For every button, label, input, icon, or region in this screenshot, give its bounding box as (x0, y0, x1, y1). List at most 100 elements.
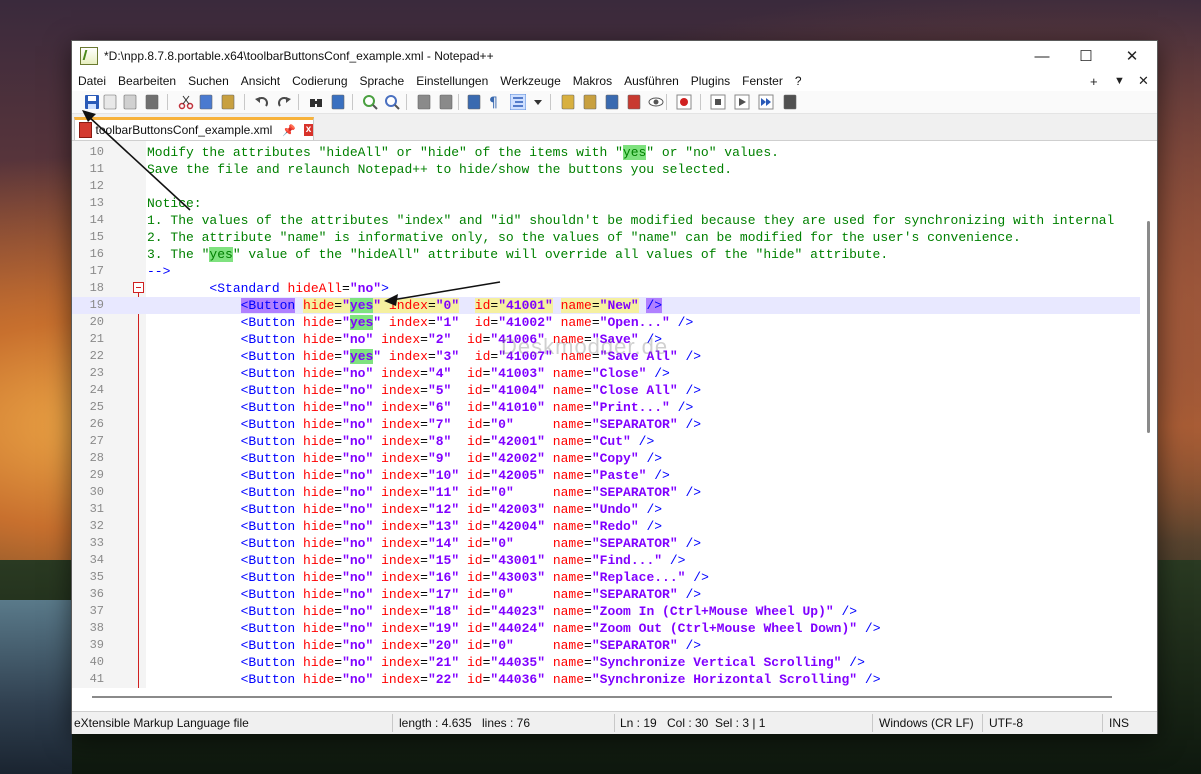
menu-help[interactable]: ? (789, 74, 808, 88)
tab-document[interactable]: toolbarButtonsConf_example.xml 📌 x (74, 117, 314, 140)
new-icon[interactable] (102, 94, 118, 110)
print-icon[interactable] (144, 94, 160, 110)
redo-icon[interactable] (276, 94, 292, 110)
code-token: "no" (342, 621, 374, 636)
code-line[interactable]: 13 Notice: (72, 195, 1140, 212)
udl-icon[interactable] (560, 94, 576, 110)
code-line[interactable]: 31 <Button hide="no" index="12" id="4200… (72, 501, 1140, 518)
code-line[interactable]: 38 <Button hide="no" index="19" id="4402… (72, 620, 1140, 637)
code-line[interactable]: 34 <Button hide="no" index="15" id="4300… (72, 552, 1140, 569)
code-line[interactable]: 10 Modify the attributes "hideAll" or "hi… (72, 144, 1140, 161)
code-line[interactable]: 15 2. The attribute "name" is informative… (72, 229, 1140, 246)
code-line[interactable]: 18 <Standard hideAll="no"> (72, 280, 1140, 297)
sync-horizontal-icon[interactable] (438, 94, 454, 110)
menu-werkzeuge[interactable]: Werkzeuge (494, 74, 566, 88)
code-line[interactable]: 32 <Button hide="no" index="13" id="4200… (72, 518, 1140, 535)
code-line[interactable]: 24 <Button hide="no" index="5" id="41004… (72, 382, 1140, 399)
monitor-icon[interactable] (648, 94, 664, 110)
code-line[interactable]: 37 <Button hide="no" index="18" id="4402… (72, 603, 1140, 620)
code-line[interactable]: 28 <Button hide="no" index="9" id="42002… (72, 450, 1140, 467)
code-token: = (334, 315, 343, 330)
undo-icon[interactable] (254, 94, 270, 110)
save-macro-icon[interactable] (782, 94, 798, 110)
menu-makros[interactable]: Makros (567, 74, 618, 88)
code-line[interactable]: 39 <Button hide="no" index="20" id="0" n… (72, 637, 1140, 654)
close-document-button[interactable]: ✕ (1138, 71, 1149, 91)
status-ln[interactable]: Ln : 19 (620, 716, 657, 730)
folder-workspace-icon[interactable] (626, 94, 642, 110)
code-line[interactable]: 23 <Button hide="no" index="4" id="41003… (72, 365, 1140, 382)
code-token: id (474, 298, 491, 313)
menu-suchen[interactable]: Suchen (182, 74, 235, 88)
paste-icon[interactable] (220, 94, 236, 110)
code-line[interactable]: 11 Save the file and relaunch Notepad++ t… (72, 161, 1140, 178)
word-wrap-icon[interactable] (466, 94, 482, 110)
run-macro-multiple-icon[interactable] (758, 94, 774, 110)
save-icon[interactable] (84, 94, 100, 110)
tab-close-button[interactable]: x (303, 124, 313, 136)
show-all-chars-icon[interactable]: ¶ (486, 94, 502, 110)
menu-einstellungen[interactable]: Einstellungen (410, 74, 494, 88)
zoom-in-icon[interactable] (362, 94, 378, 110)
code-token: name (552, 604, 585, 619)
maximize-button[interactable]: ☐ (1063, 41, 1109, 71)
indent-guide-icon[interactable] (510, 94, 526, 110)
menu-ausfuehren[interactable]: Ausführen (618, 74, 685, 88)
word-wrap-dropdown-icon[interactable] (530, 94, 542, 110)
sync-vertical-icon[interactable] (416, 94, 432, 110)
status-eol[interactable]: Windows (CR LF) (879, 716, 974, 730)
doc-map-icon[interactable] (582, 94, 598, 110)
function-list-icon[interactable] (604, 94, 620, 110)
code-token: = (420, 570, 428, 585)
vertical-scrollbar[interactable] (1140, 141, 1157, 688)
menu-codierung[interactable]: Codierung (286, 74, 353, 88)
status-sel[interactable]: Sel : 3 | 1 (715, 716, 765, 730)
editor-area[interactable]: 10 Modify the attributes "hideAll" or "hi… (72, 141, 1140, 688)
new-tab-plus-button[interactable]: + (1090, 71, 1098, 91)
close-window-button[interactable]: ✕ (1109, 41, 1155, 71)
code-line[interactable]: 30 <Button hide="no" index="11" id="0" n… (72, 484, 1140, 501)
menu-bearbeiten[interactable]: Bearbeiten (112, 74, 182, 88)
play-macro-icon[interactable] (734, 94, 750, 110)
find-icon[interactable] (308, 94, 324, 110)
copy-icon[interactable] (198, 94, 214, 110)
code-line[interactable]: 29 <Button hide="no" index="10" id="4200… (72, 467, 1140, 484)
tab-list-dropdown-button[interactable]: ▼ (1114, 71, 1125, 91)
current-code-line[interactable]: 19 <Button hide="yes" index="0" id="4100… (72, 297, 1140, 314)
code-line[interactable]: 17 --> (72, 263, 1140, 280)
code-line[interactable]: 25 <Button hide="no" index="6" id="41010… (72, 399, 1140, 416)
status-col[interactable]: Col : 30 (667, 716, 708, 730)
replace-icon[interactable] (330, 94, 346, 110)
status-encoding[interactable]: UTF-8 (989, 716, 1023, 730)
code-line[interactable]: 35 <Button hide="no" index="16" id="4300… (72, 569, 1140, 586)
menu-fenster[interactable]: Fenster (736, 74, 789, 88)
record-macro-icon[interactable] (676, 94, 692, 110)
code-line[interactable]: 41 <Button hide="no" index="22" id="4403… (72, 671, 1140, 688)
code-line[interactable]: 33 <Button hide="no" index="14" id="0" n… (72, 535, 1140, 552)
menu-datei[interactable]: Datei (72, 74, 112, 88)
zoom-out-icon[interactable] (384, 94, 400, 110)
vertical-scroll-thumb[interactable] (1147, 221, 1150, 433)
horizontal-scrollbar[interactable] (72, 688, 1140, 705)
code-text: <Button hide="no" index="7" id="0" name=… (147, 416, 701, 433)
code-line[interactable]: 27 <Button hide="no" index="8" id="42001… (72, 433, 1140, 450)
code-token: "Undo" (591, 502, 639, 517)
code-line[interactable]: 40 <Button hide="no" index="21" id="4403… (72, 654, 1140, 671)
close-icon[interactable] (122, 94, 138, 110)
code-line[interactable]: 16 3. The "yes" value of the "hideAll" at… (72, 246, 1140, 263)
menu-plugins[interactable]: Plugins (685, 74, 736, 88)
minimize-button[interactable]: — (1019, 41, 1065, 71)
status-insert-mode[interactable]: INS (1109, 716, 1129, 730)
horizontal-scroll-thumb[interactable] (92, 696, 1112, 698)
code-line[interactable]: 36 <Button hide="no" index="17" id="0" n… (72, 586, 1140, 603)
menu-ansicht[interactable]: Ansicht (235, 74, 286, 88)
code-line[interactable]: 12 (72, 178, 1140, 195)
cut-icon[interactable] (178, 94, 194, 110)
pin-icon[interactable]: 📌 (282, 124, 296, 137)
code-line[interactable]: 20 <Button hide="yes" index="1" id="4100… (72, 314, 1140, 331)
code-line[interactable]: 26 <Button hide="no" index="7" id="0" na… (72, 416, 1140, 433)
code-line[interactable]: 14 1. The values of the attributes "index… (72, 212, 1140, 229)
menu-sprache[interactable]: Sprache (354, 74, 411, 88)
stop-record-icon[interactable] (710, 94, 726, 110)
